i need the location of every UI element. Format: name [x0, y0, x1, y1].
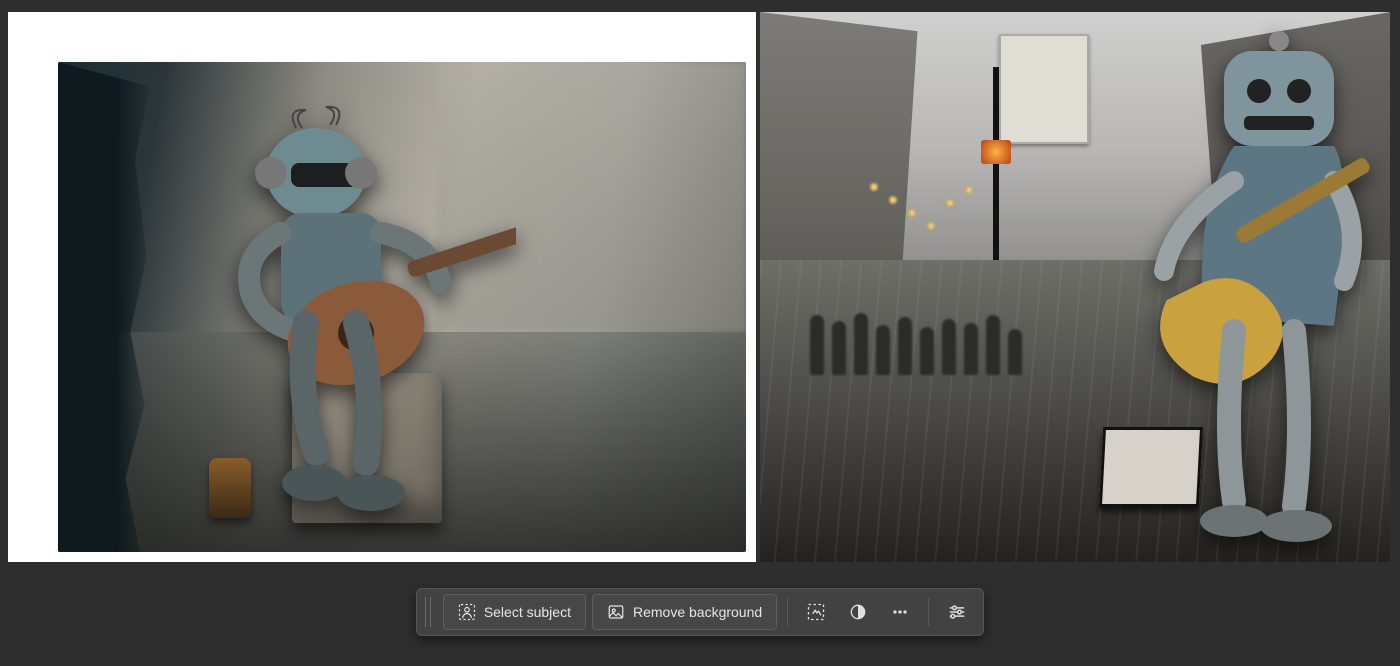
canvas-area[interactable]: [0, 0, 1400, 566]
mask-button[interactable]: [840, 594, 876, 630]
more-options-button[interactable]: [882, 594, 918, 630]
artboard-left[interactable]: [8, 12, 756, 562]
properties-button[interactable]: [939, 594, 975, 630]
person-select-icon: [458, 603, 476, 621]
more-horizontal-icon: [890, 602, 910, 622]
select-subject-button[interactable]: Select subject: [443, 594, 586, 630]
artboard-right[interactable]: [760, 12, 1390, 562]
transform-select-button[interactable]: [798, 594, 834, 630]
sliders-icon: [947, 602, 967, 622]
mask-circle-icon: [848, 602, 868, 622]
contextual-toolbar-area: Select subject Remove background: [0, 566, 1400, 666]
remove-background-label: Remove background: [633, 604, 762, 620]
image-icon: [607, 603, 625, 621]
robot-subject-left: [196, 103, 516, 523]
image-right: [760, 12, 1390, 562]
select-subject-label: Select subject: [484, 604, 571, 620]
remove-background-button[interactable]: Remove background: [592, 594, 777, 630]
separator: [928, 598, 929, 626]
contextual-toolbar: Select subject Remove background: [416, 588, 984, 636]
toolbar-grip[interactable]: [425, 597, 431, 627]
transform-select-icon: [806, 602, 826, 622]
image-left: [58, 62, 746, 552]
robot-subject-right: [1084, 31, 1384, 551]
separator: [787, 598, 788, 626]
